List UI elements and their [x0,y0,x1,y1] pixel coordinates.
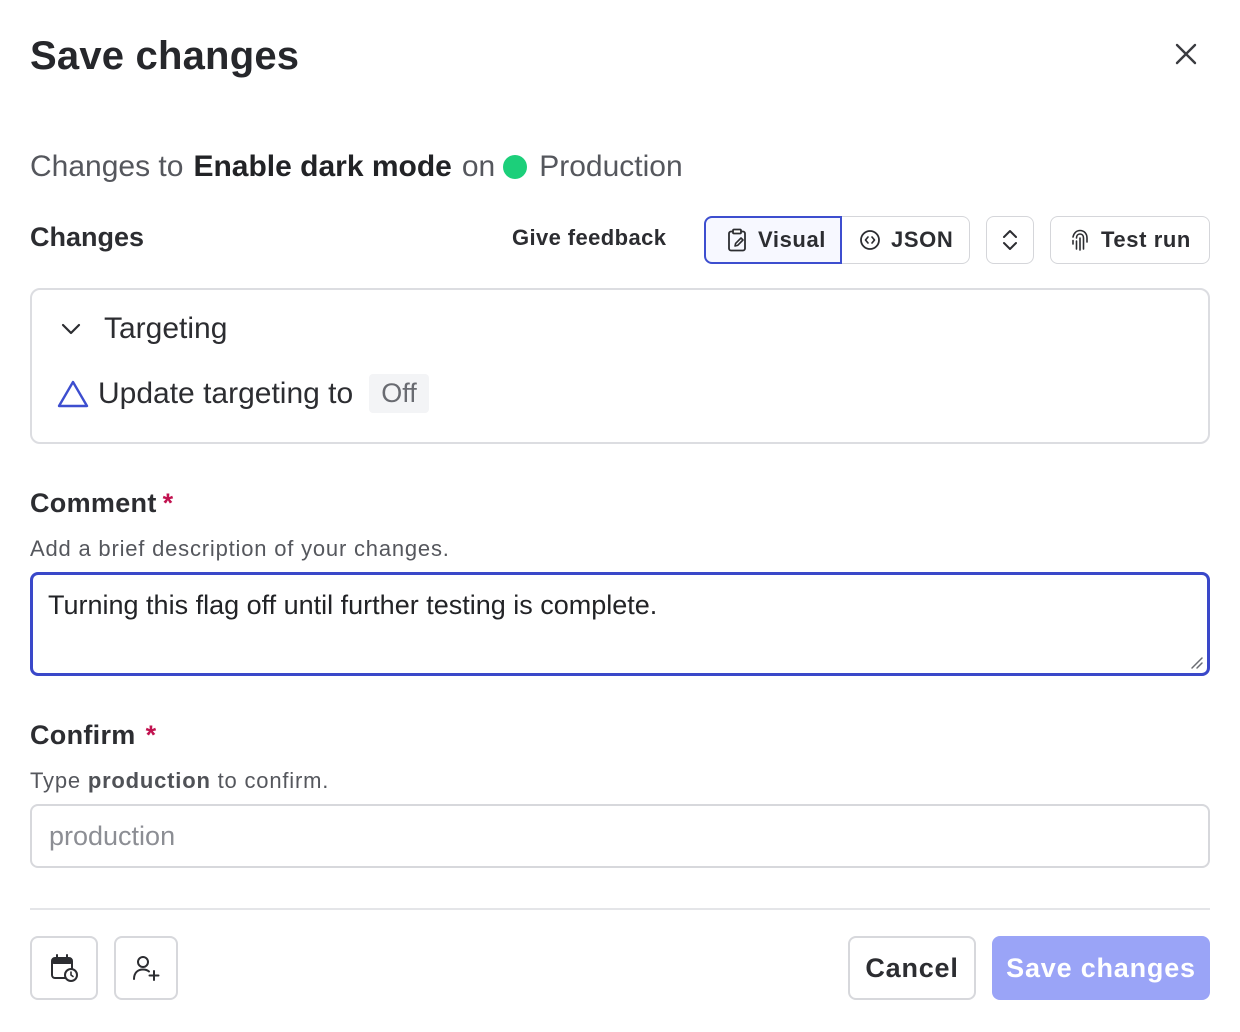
cancel-button[interactable]: Cancel [848,936,976,1000]
chevron-up-down-icon [1003,230,1017,250]
chevron-down-icon [61,323,81,335]
close-icon [1175,43,1197,65]
targeting-section-label: Targeting [104,312,228,345]
warning-triangle-icon [57,380,89,407]
close-button[interactable] [1166,34,1206,74]
give-feedback-link[interactable]: Give feedback [512,225,666,251]
clipboard-edit-icon [728,228,746,252]
resize-grip-icon[interactable] [1188,654,1204,670]
flag-name: Enable dark mode [193,150,452,183]
save-changes-button[interactable]: Save changes [992,936,1210,1000]
test-run-label: Test run [1101,227,1191,252]
schedule-button[interactable] [30,936,98,1000]
comment-help-text: Add a brief description of your changes. [30,536,450,561]
confirm-help-text: Type production to confirm. [30,768,329,794]
footer-divider [30,908,1210,910]
expand-collapse-button[interactable] [986,216,1034,264]
confirm-help-keyword: production [87,768,211,793]
confirm-input[interactable] [30,804,1210,868]
confirm-label: Confirm * [30,720,156,751]
confirm-help-suffix: to confirm. [217,768,330,793]
json-view-toggle[interactable]: JSON [841,216,970,264]
user-plus-icon [133,956,160,981]
comment-label: Comment * [30,488,173,519]
change-summary: Changes to Enable dark mode on Productio… [30,146,683,188]
summary-prefix: Changes to [30,150,184,183]
confirm-required-mark: * [145,720,157,750]
visual-view-toggle[interactable]: Visual [704,216,842,264]
environment-name: Production [539,150,683,183]
comment-required-mark: * [162,488,174,518]
changes-heading: Changes [30,222,145,252]
calendar-clock-icon [51,954,78,982]
save-changes-dialog: Save changes Changes to Enable dark mode… [0,0,1240,1032]
environment-color-dot [503,155,528,179]
changes-panel: Targeting Update targeting to Off [30,288,1210,444]
dialog-title: Save changes [30,34,300,78]
confirm-label-text: Confirm [30,720,136,750]
code-circle-icon [860,230,880,250]
comment-textarea[interactable]: Turning this flag off until further test… [30,572,1210,676]
comment-label-text: Comment [30,488,157,518]
summary-on: on [461,150,496,183]
confirm-help-prefix: Type [30,768,81,793]
fingerprint-icon [1072,229,1088,251]
json-label: JSON [891,227,954,252]
request-review-button[interactable] [114,936,178,1000]
targeting-section-toggle[interactable]: Targeting [60,312,227,346]
visual-label: Visual [758,227,827,252]
targeting-change-text: Update targeting to [98,376,354,410]
targeting-value-chip: Off [369,374,429,413]
targeting-change-row: Update targeting to Off [56,374,429,413]
test-run-button[interactable]: Test run [1050,216,1210,264]
